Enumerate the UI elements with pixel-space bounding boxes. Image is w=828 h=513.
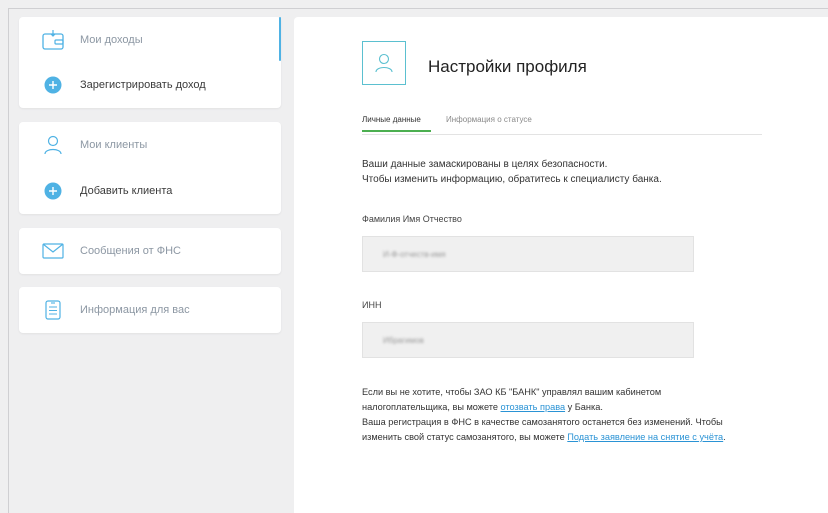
revoke-rights-notice: Если вы не хотите, чтобы ЗАО КБ "БАНК" у… [362, 385, 742, 445]
plus-circle-icon [41, 179, 65, 203]
sidebar-item-register-income[interactable]: Зарегистрировать доход [19, 62, 281, 108]
sidebar-item-label: Зарегистрировать доход [80, 79, 206, 91]
inn-field: Ибрагимов [362, 322, 694, 358]
sidebar-card-clients: Мои клиенты Добавить клиента [19, 122, 281, 214]
sidebar-item-my-clients[interactable]: Мои клиенты [19, 122, 281, 168]
profile-settings-panel: Настройки профиля Личные данные Информац… [294, 17, 828, 513]
sidebar-item-add-client[interactable]: Добавить клиента [19, 168, 281, 214]
tab-status-info[interactable]: Информация о статусе [446, 115, 532, 124]
active-indicator [279, 17, 281, 61]
revoke-rights-link[interactable]: отозвать права [501, 402, 566, 412]
fio-value: И-Ф-отчеств-имя [383, 249, 446, 259]
notice-line: Ваши данные замаскированы в целях безопа… [362, 159, 608, 170]
plus-circle-icon [41, 73, 65, 97]
fio-field: И-Ф-отчеств-имя [362, 236, 694, 272]
inn-label: ИНН [362, 300, 382, 310]
sidebar-item-info-for-you[interactable]: Информация для вас [19, 287, 281, 333]
sidebar-card-messages: Сообщения от ФНС [19, 228, 281, 274]
fio-label: Фамилия Имя Отчество [362, 214, 462, 224]
envelope-icon [41, 239, 65, 263]
tab-personal-data[interactable]: Личные данные [362, 115, 431, 132]
inn-value: Ибрагимов [383, 335, 424, 345]
sidebar-card-info: Информация для вас [19, 287, 281, 333]
wallet-icon [41, 28, 65, 52]
profile-tabs: Личные данные Информация о статусе [362, 115, 762, 135]
sidebar-item-label: Информация для вас [80, 304, 190, 316]
sidebar-item-my-income[interactable]: Мои доходы [19, 17, 281, 63]
avatar [362, 41, 406, 85]
sidebar-item-label: Добавить клиента [80, 185, 173, 197]
notice-line: Чтобы изменить информацию, обратитесь к … [362, 174, 662, 185]
document-icon [41, 298, 65, 322]
masked-data-notice: Ваши данные замаскированы в целях безопа… [362, 157, 662, 187]
user-icon [375, 53, 393, 73]
sidebar-card-income: Мои доходы Зарегистрировать доход [19, 17, 281, 108]
footer-text: у Банка. [565, 402, 603, 412]
sidebar-item-label: Сообщения от ФНС [80, 245, 181, 257]
sidebar-item-fns-messages[interactable]: Сообщения от ФНС [19, 228, 281, 274]
sidebar-item-label: Мои доходы [80, 34, 143, 46]
sidebar-item-label: Мои клиенты [80, 139, 148, 151]
footer-text: . [723, 432, 726, 442]
deregister-link[interactable]: Подать заявление на снятие с учёта [567, 432, 723, 442]
user-icon [41, 133, 65, 157]
page-title: Настройки профиля [428, 57, 587, 76]
